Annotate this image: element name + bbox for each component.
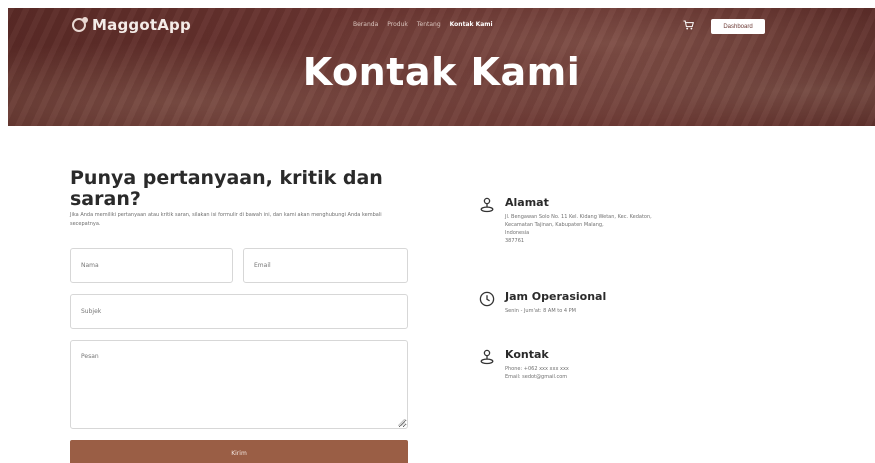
brand-name: MaggotApp (92, 16, 191, 34)
phone-line: Phone: +062 xxx xxx xxx (505, 366, 569, 372)
page-title: Kontak Kami (302, 50, 581, 94)
subject-input[interactable] (70, 294, 408, 329)
form-heading: Punya pertanyaan, kritik dan saran? (70, 167, 383, 210)
contact-title: Kontak (505, 348, 549, 361)
location-person-icon (480, 197, 494, 213)
textarea-resize-handle[interactable] (398, 419, 405, 426)
contact-person-icon (480, 349, 494, 365)
hero-banner: MaggotApp Beranda Produk Tentang Kontak … (8, 8, 875, 126)
address-line: Kecamatan Tajinan, Kabupaten Malang, (505, 222, 604, 228)
address-line: 387761 (505, 238, 525, 244)
name-input[interactable] (70, 248, 233, 283)
address-line: Jl. Bengawan Solo No. 11 Kel. Kidang Wet… (505, 214, 652, 220)
maggot-logo-icon (72, 17, 88, 32)
cart-icon[interactable] (683, 20, 694, 30)
submit-button[interactable]: Kirim (70, 440, 408, 463)
address-title: Alamat (505, 196, 549, 209)
dashboard-button[interactable]: Dashboard (711, 19, 765, 34)
email-line: Email: sedot@gmail.com (505, 374, 568, 380)
nav-beranda[interactable]: Beranda (353, 21, 378, 28)
contact-block: Kontak Phone: +062 xxx xxx xxx Email: se… (479, 348, 749, 381)
main-nav: Beranda Produk Tentang Kontak Kami (353, 21, 493, 28)
nav-tentang[interactable]: Tentang (417, 21, 441, 28)
address-block: Alamat Jl. Bengawan Solo No. 11 Kel. Kid… (479, 196, 749, 245)
hours-title: Jam Operasional (505, 290, 607, 303)
message-textarea[interactable] (70, 340, 408, 429)
email-input[interactable] (243, 248, 408, 283)
hours-line: Senin - Jum'at: 8 AM to 4 PM (505, 308, 576, 314)
nav-produk[interactable]: Produk (387, 21, 408, 28)
hours-block: Jam Operasional Senin - Jum'at: 8 AM to … (479, 290, 749, 315)
nav-kontak-kami[interactable]: Kontak Kami (450, 21, 493, 28)
clock-icon (479, 291, 495, 307)
brand-logo[interactable]: MaggotApp (72, 16, 191, 34)
form-description: Jika Anda memiliki pertanyaan atau kriti… (70, 212, 382, 227)
address-line: Indonesia (505, 230, 530, 236)
